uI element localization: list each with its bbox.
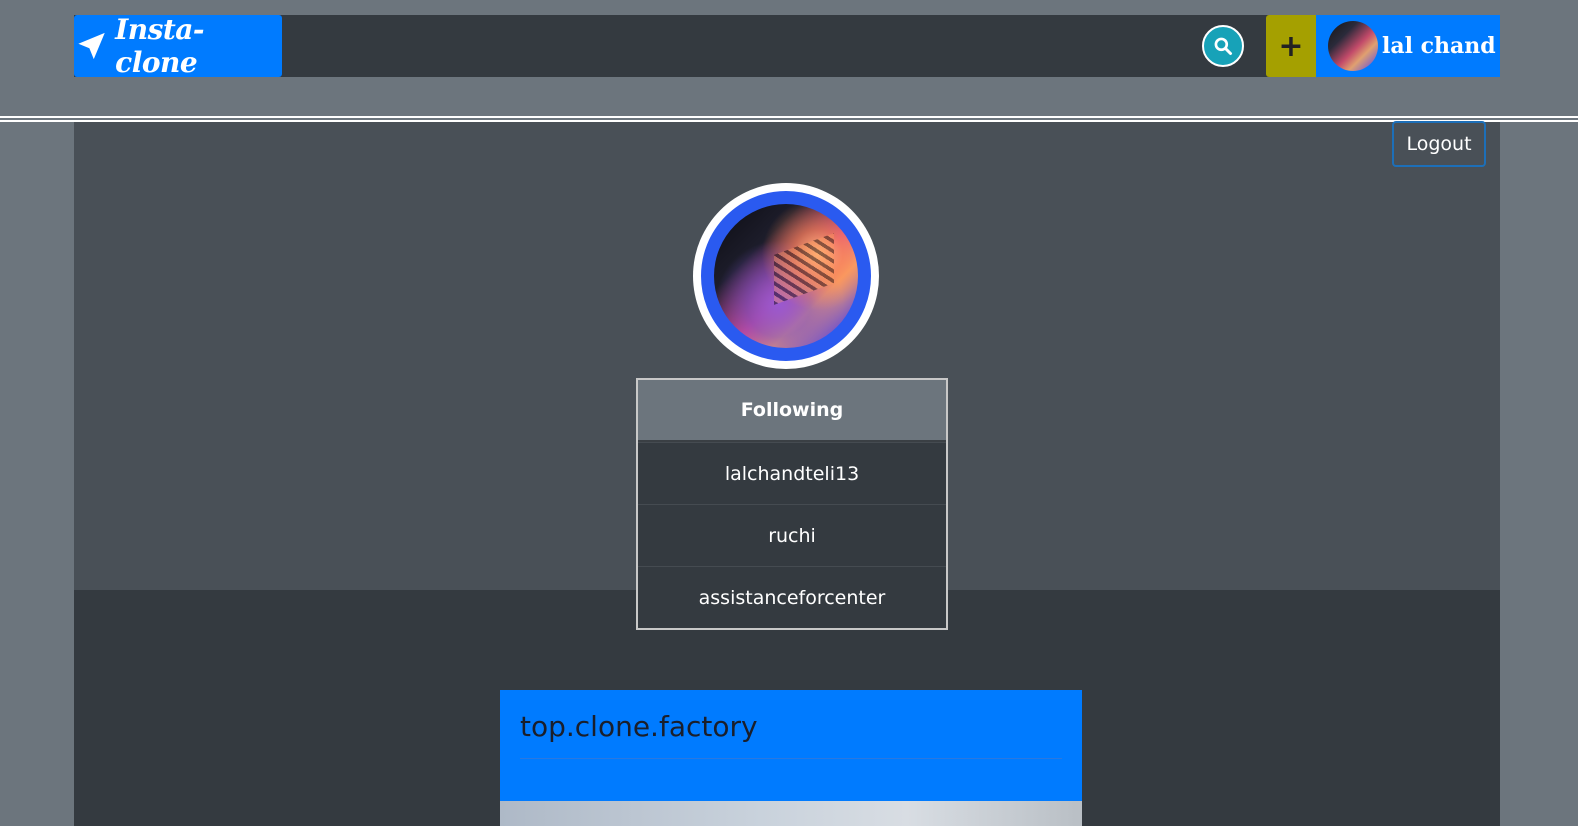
navbar: Insta-clone + lal chand bbox=[74, 13, 1500, 79]
search-button[interactable] bbox=[1202, 25, 1244, 67]
following-list: Following lalchandteli13 ruchi assistanc… bbox=[636, 378, 948, 630]
user-menu-button[interactable]: lal chand bbox=[1316, 15, 1500, 77]
post-username[interactable]: top.clone.factory bbox=[520, 710, 758, 743]
search-icon bbox=[1214, 37, 1232, 55]
post-card: top.clone.factory bbox=[500, 690, 1082, 826]
avatar bbox=[1328, 21, 1378, 71]
user-name: lal chand bbox=[1382, 33, 1496, 59]
following-item[interactable]: assistanceforcenter bbox=[638, 566, 946, 628]
brand-text: Insta-clone bbox=[115, 13, 205, 79]
profile-picture bbox=[714, 204, 858, 348]
logout-button[interactable]: Logout bbox=[1392, 121, 1486, 167]
post-image bbox=[500, 801, 1082, 826]
divider bbox=[0, 116, 1578, 118]
add-post-button[interactable]: + bbox=[1266, 15, 1316, 77]
paper-plane-icon bbox=[78, 32, 105, 60]
divider bbox=[520, 758, 1062, 759]
plus-icon: + bbox=[1278, 28, 1304, 64]
following-item[interactable]: ruchi bbox=[638, 504, 946, 566]
following-title: Following bbox=[638, 380, 946, 442]
brand-logo[interactable]: Insta-clone bbox=[74, 13, 282, 79]
profile-avatar bbox=[693, 183, 879, 369]
following-item[interactable]: lalchandteli13 bbox=[638, 442, 946, 504]
